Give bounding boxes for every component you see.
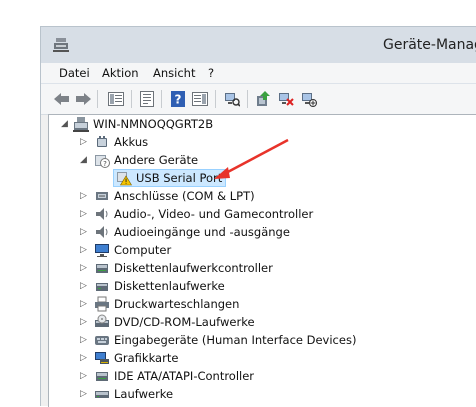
tree-node-diskettenlaufwerkcontroller[interactable]: Diskettenlaufwerkcontroller: [94, 259, 273, 277]
tree-node-label: IDE ATA/ATAPI-Controller: [114, 369, 255, 383]
tree-node-label: Anschlüsse (COM & LPT): [114, 189, 255, 203]
tree-node-label: Audioeingänge und -ausgänge: [114, 225, 290, 239]
properties-icon[interactable]: [138, 90, 156, 107]
tree-root-label: WIN-NMNOQQGRT2B: [93, 117, 214, 131]
chevron-right-icon[interactable]: ▷: [79, 264, 88, 273]
tree-node-audioeingaenge[interactable]: Audioeingänge und -ausgänge: [94, 223, 290, 241]
tree-node-label: Druckwarteschlangen: [114, 297, 240, 311]
disc-icon: [95, 314, 109, 327]
tree-node-label: Audio-, Video- und Gamecontroller: [114, 207, 314, 221]
toolbar: ?: [41, 83, 476, 115]
tree-node-ide-controller[interactable]: IDE ATA/ATAPI-Controller: [94, 367, 254, 385]
tree-node-computer[interactable]: Computer: [94, 241, 171, 259]
tree-node-grafikkarte[interactable]: Grafikkarte: [94, 349, 178, 367]
svg-text:?: ?: [103, 160, 107, 168]
tree-node-label: Laufwerke: [114, 387, 174, 401]
tree-root[interactable]: WIN-NMNOQQGRT2B: [73, 115, 213, 133]
port-icon: [96, 192, 108, 200]
toolbar-separator: [161, 90, 162, 108]
back-icon[interactable]: [53, 90, 71, 107]
unknown-device-icon: ?: [95, 155, 110, 168]
chevron-right-icon[interactable]: ▷: [79, 336, 88, 345]
tree-node-dvd-cd-rom[interactable]: DVD/CD-ROM-Laufwerke: [94, 313, 255, 331]
scan-hardware-icon[interactable]: [223, 90, 241, 107]
toolbar-separator: [215, 90, 216, 108]
title-bar[interactable]: Geräte-Manag: [41, 27, 476, 63]
computer-icon: [95, 244, 109, 257]
tree-node-druckwarteschlangen[interactable]: Druckwarteschlangen: [94, 295, 239, 313]
action-pane-icon[interactable]: [191, 90, 209, 107]
menu-ansicht[interactable]: Ansicht: [153, 66, 195, 80]
disable-icon[interactable]: [300, 90, 318, 107]
tree-node-label: Akkus: [114, 135, 149, 149]
speaker-icon: [96, 226, 108, 238]
controller-icon: [96, 264, 108, 273]
tree-node-label: Diskettenlaufwerkcontroller: [114, 261, 273, 275]
toolbar-separator: [97, 90, 98, 108]
device-manager-icon: [53, 38, 69, 52]
tree-node-andere-geraete[interactable]: ? Andere Geräte: [94, 151, 198, 169]
tree-node-label: USB Serial Port: [136, 171, 223, 185]
menu-aktion[interactable]: Aktion: [102, 66, 139, 80]
tree-node-label: Grafikkarte: [114, 351, 179, 365]
tree-node-akkus[interactable]: Akkus: [94, 133, 148, 151]
show-hide-tree-icon[interactable]: [107, 90, 125, 107]
uninstall-icon[interactable]: [277, 90, 295, 107]
chevron-right-icon[interactable]: ▷: [79, 282, 88, 291]
chevron-right-icon[interactable]: ▷: [79, 246, 88, 255]
toolbar-separator: [131, 90, 132, 108]
menu-datei[interactable]: Datei: [59, 66, 90, 80]
warning-device-icon: [117, 172, 132, 186]
chevron-right-icon[interactable]: ▷: [79, 354, 88, 363]
chevron-right-icon[interactable]: ▷: [79, 318, 88, 327]
chevron-right-icon[interactable]: ▷: [79, 300, 88, 309]
menu-bar: Datei Aktion Ansicht ?: [41, 63, 476, 83]
ide-controller-icon: [96, 372, 108, 381]
battery-icon: [97, 136, 107, 147]
speaker-icon: [96, 208, 108, 220]
chevron-right-icon[interactable]: ▷: [79, 390, 88, 399]
tree-node-label: DVD/CD-ROM-Laufwerke: [114, 315, 255, 329]
help-icon[interactable]: ?: [169, 90, 187, 107]
drive-icon: [95, 391, 109, 398]
device-manager-window: Geräte-Manag Datei Aktion Ansicht ? ? ◢ …: [40, 26, 476, 407]
device-tree: ◢ WIN-NMNOQQGRT2B ▷ Akkus ◢ ? Andere Ger…: [48, 114, 476, 407]
tree-node-audio-video[interactable]: Audio-, Video- und Gamecontroller: [94, 205, 313, 223]
tree-node-eingabegeraete[interactable]: Eingabegeräte (Human Interface Devices): [94, 331, 356, 349]
floppy-icon: [96, 283, 108, 291]
svg-text:?: ?: [175, 92, 182, 106]
tree-node-laufwerke[interactable]: Laufwerke: [94, 385, 173, 403]
display-adapter-icon: [95, 352, 109, 364]
chevron-right-icon[interactable]: ▷: [79, 372, 88, 381]
window-title: Geräte-Manag: [383, 37, 476, 53]
chevron-right-icon[interactable]: ▷: [79, 228, 88, 237]
printer-icon: [95, 296, 109, 312]
hid-icon: [95, 336, 109, 345]
tree-node-label: Diskettenlaufwerke: [114, 279, 225, 293]
update-driver-icon[interactable]: [254, 90, 272, 107]
chevron-right-icon[interactable]: ▷: [79, 138, 88, 147]
tree-node-usb-serial-port[interactable]: USB Serial Port: [113, 169, 227, 187]
tree-node-label: Andere Geräte: [114, 153, 199, 167]
computer-icon: [73, 117, 89, 132]
tree-node-label: Computer: [114, 243, 172, 257]
chevron-down-icon[interactable]: ◢: [79, 156, 88, 165]
tree-node-diskettenlaufwerke[interactable]: Diskettenlaufwerke: [94, 277, 225, 295]
toolbar-separator: [247, 90, 248, 108]
menu-help[interactable]: ?: [208, 66, 214, 80]
tree-node-label: Eingabegeräte (Human Interface Devices): [114, 333, 357, 347]
chevron-right-icon[interactable]: ▷: [79, 192, 88, 201]
chevron-right-icon[interactable]: ▷: [79, 210, 88, 219]
forward-icon[interactable]: [74, 90, 92, 107]
tree-node-anschluesse[interactable]: Anschlüsse (COM & LPT): [94, 187, 255, 205]
chevron-down-icon[interactable]: ◢: [60, 120, 69, 129]
desktop-background: [0, 0, 40, 405]
